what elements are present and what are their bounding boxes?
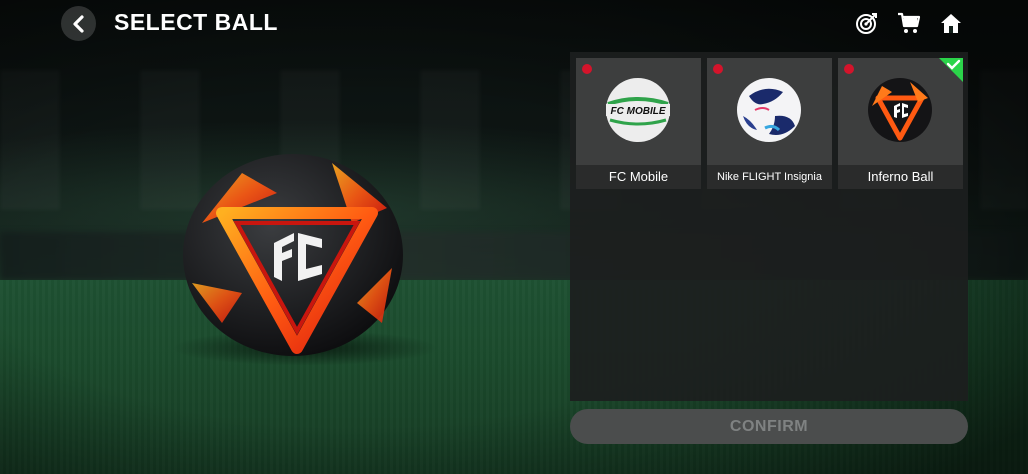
ball-name: Inferno Ball: [838, 165, 963, 189]
ball-thumbnail: [707, 58, 832, 165]
inferno-ball-preview: [183, 154, 403, 356]
ball-thumbnail: FC MOBILE: [576, 58, 701, 165]
selected-check-icon: [939, 58, 963, 82]
ball-selection-panel: FC MOBILE FC Mobile Nike FLIGHT Insignia: [570, 52, 968, 401]
target-icon[interactable]: [854, 10, 880, 36]
fc-mobile-logo-text: FC MOBILE: [611, 106, 666, 117]
ball-card-fc-mobile[interactable]: FC MOBILE FC Mobile: [576, 58, 701, 189]
back-button[interactable]: [61, 6, 96, 41]
ball-card-nike-flight[interactable]: Nike FLIGHT Insignia: [707, 58, 832, 189]
cart-icon[interactable]: [896, 10, 922, 36]
ball-name: Nike FLIGHT Insignia: [707, 165, 832, 189]
new-badge: [844, 64, 854, 74]
new-badge: [582, 64, 592, 74]
top-icon-bar: [854, 10, 964, 36]
new-badge: [713, 64, 723, 74]
home-icon[interactable]: [938, 10, 964, 36]
chevron-left-icon: [72, 14, 84, 33]
confirm-button[interactable]: CONFIRM: [570, 409, 968, 444]
ball-name: FC Mobile: [576, 165, 701, 189]
ball-card-inferno[interactable]: Inferno Ball: [838, 58, 963, 189]
page-title: SELECT BALL: [114, 9, 278, 35]
